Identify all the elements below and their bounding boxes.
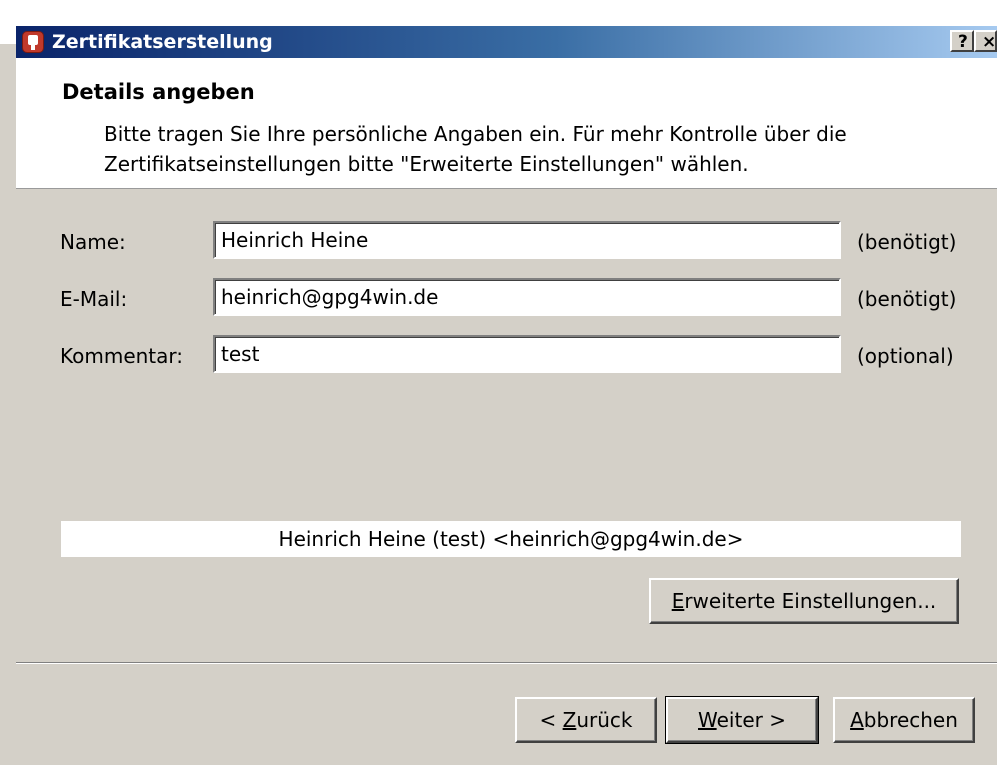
help-icon[interactable]: ? <box>950 30 974 52</box>
advanced-settings-mnemonic: E <box>671 589 685 613</box>
advanced-settings-label: rweiterte Einstellungen... <box>684 589 937 613</box>
comment-optional-hint: (optional) <box>857 344 954 368</box>
name-label: Name: <box>60 230 126 254</box>
wizard-header: Details angeben Bitte tragen Sie Ihre pe… <box>16 58 997 189</box>
name-required-hint: (benötigt) <box>857 230 957 254</box>
window-title: Zertifikatserstellung <box>52 31 273 53</box>
comment-input[interactable] <box>213 335 841 373</box>
back-prefix: < <box>539 708 563 732</box>
advanced-settings-button[interactable]: Erweiterte Einstellungen... <box>649 578 959 624</box>
back-mnemonic: Z <box>562 708 577 732</box>
button-separator <box>16 662 997 664</box>
close-icon[interactable]: × <box>974 30 997 52</box>
next-button[interactable]: Weiter > <box>665 696 819 744</box>
page-description: Bitte tragen Sie Ihre persönliche Angabe… <box>104 122 847 176</box>
email-label: E-Mail: <box>60 287 128 311</box>
page-title: Details angeben <box>62 80 255 104</box>
user-id-preview: Heinrich Heine (test) <heinrich@gpg4win.… <box>61 521 961 557</box>
next-label: eiter > <box>716 708 786 732</box>
next-mnemonic: W <box>698 708 717 732</box>
email-input[interactable] <box>213 278 841 316</box>
back-label: urück <box>576 708 633 732</box>
cancel-label: bbrechen <box>863 708 958 732</box>
certificate-wizard-window: Zertifikatserstellung ? × Details angebe… <box>0 0 997 765</box>
back-button[interactable]: < Zurück <box>515 697 657 743</box>
certificate-app-icon[interactable] <box>22 31 44 53</box>
name-input[interactable] <box>213 221 841 259</box>
cancel-button[interactable]: Abbrechen <box>833 697 975 743</box>
email-required-hint: (benötigt) <box>857 287 957 311</box>
comment-label: Kommentar: <box>60 344 184 368</box>
cancel-mnemonic: A <box>850 708 864 732</box>
